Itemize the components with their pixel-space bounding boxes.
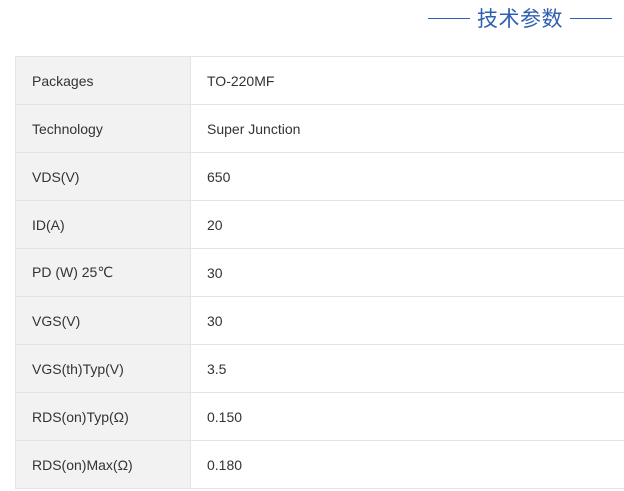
spec-label: Packages — [15, 56, 191, 105]
spec-table: Packages TO-220MF Technology Super Junct… — [15, 56, 624, 489]
spec-label: PD (W) 25℃ — [15, 248, 191, 297]
spec-value: 3.5 — [190, 344, 624, 393]
spec-value: 30 — [190, 248, 624, 297]
spec-value: 20 — [190, 200, 624, 249]
spec-value: 650 — [190, 152, 624, 201]
spec-value: TO-220MF — [190, 56, 624, 105]
table-row: ID(A) 20 — [15, 200, 624, 249]
spec-value: 30 — [190, 296, 624, 345]
table-row: RDS(on)Typ(Ω) 0.150 — [15, 392, 624, 441]
spec-value: 0.180 — [190, 440, 624, 489]
spec-label: RDS(on)Max(Ω) — [15, 440, 191, 489]
table-row: RDS(on)Max(Ω) 0.180 — [15, 440, 624, 489]
spec-label: Technology — [15, 104, 191, 153]
table-row: VGS(th)Typ(V) 3.5 — [15, 344, 624, 393]
spec-label: VDS(V) — [15, 152, 191, 201]
spec-label: VGS(th)Typ(V) — [15, 344, 191, 393]
spec-label: VGS(V) — [15, 296, 191, 345]
table-row: PD (W) 25℃ 30 — [15, 248, 624, 297]
table-row: Packages TO-220MF — [15, 56, 624, 105]
spec-value: Super Junction — [190, 104, 624, 153]
spec-value: 0.150 — [190, 392, 624, 441]
product-spec-page: 技术参数 Packages TO-220MF Technology Super … — [0, 0, 624, 491]
section-heading: 技术参数 — [428, 4, 612, 32]
heading-left-rule — [428, 17, 470, 19]
table-row: VDS(V) 650 — [15, 152, 624, 201]
spec-label: ID(A) — [15, 200, 191, 249]
table-row: Technology Super Junction — [15, 104, 624, 153]
heading-right-rule — [570, 17, 612, 19]
table-row: VGS(V) 30 — [15, 296, 624, 345]
section-title: 技术参数 — [477, 7, 563, 31]
spec-label: RDS(on)Typ(Ω) — [15, 392, 191, 441]
